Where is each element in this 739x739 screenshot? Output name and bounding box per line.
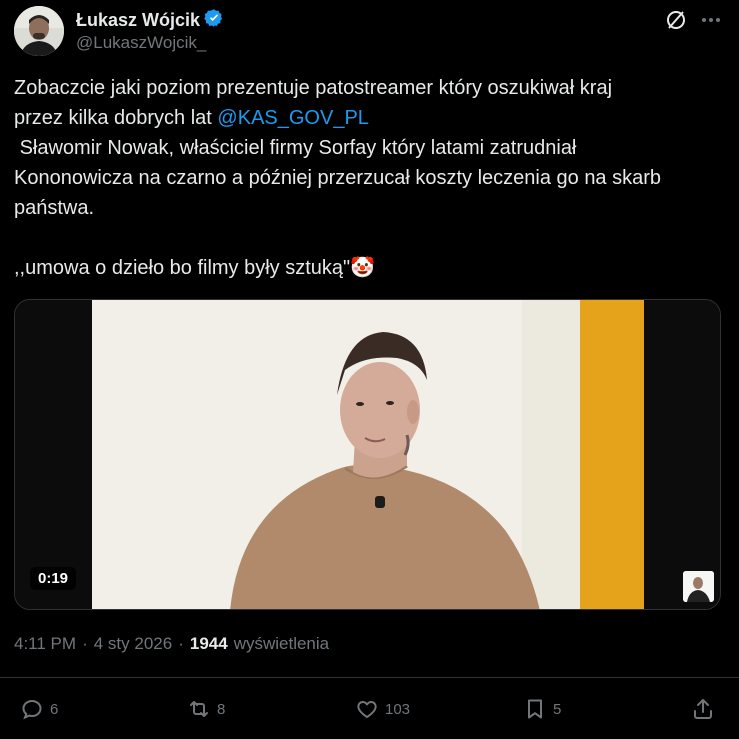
verified-badge-icon [204,8,224,33]
author-name[interactable]: Łukasz Wójcik [76,10,200,31]
clown-emoji-icon: 🤡 [350,257,376,279]
share-button[interactable] [691,697,715,721]
tweet-meta: 4:11 PM · 4 sty 2026 · 1944 wyświetlenia [14,634,329,654]
like-count: 103 [385,700,411,718]
more-icon[interactable] [699,8,723,32]
bookmark-count: 5 [553,700,562,718]
divider [0,677,739,678]
tweet-body: Sławomir Nowak, właściciel firmy Sorfay … [14,137,662,219]
reply-icon [22,699,42,720]
retweet-button[interactable]: 8 [187,697,225,721]
meta-separator: · [178,634,184,653]
views-label: wyświetlenia [233,634,330,653]
tweet-time[interactable]: 4:11 PM [14,634,76,654]
tweet-date[interactable]: 4 sty 2026 [94,634,172,654]
avatar-photo [14,6,64,56]
bookmark-button[interactable]: 5 [523,697,561,721]
retweet-count: 8 [217,700,226,718]
video-player[interactable] [14,299,721,610]
video-duration: 0:19 [30,567,77,590]
tweet-line-2-prefix: przez kilka dobrych lat [14,107,218,129]
share-icon [694,699,712,719]
video-frame [15,300,720,609]
video-thumbnail-overlay [683,571,714,602]
bookmark-icon [528,699,542,719]
mention-link[interactable]: @KAS_GOV_PL [217,107,368,129]
author-name-row[interactable]: Łukasz Wójcik [76,8,224,33]
reply-button[interactable]: 6 [20,697,58,721]
tweet-line-1: Zobaczcie jaki poziom prezentuje patostr… [14,77,613,99]
meta-separator: · [82,634,88,653]
avatar[interactable] [14,6,64,56]
views-count: 1944 [189,634,228,653]
retweet-icon [190,701,208,717]
like-button[interactable]: 103 [355,697,410,721]
author-handle[interactable]: @LukaszWojcik_ [76,33,206,53]
tweet-quote: ,,umowa o dzieło bo filmy były sztuką" [14,257,351,279]
tweet-text: Zobaczcie jaki poziom prezentuje patostr… [14,73,714,283]
grok-icon[interactable] [664,8,688,32]
reply-count: 6 [50,700,59,718]
heart-icon [357,701,377,718]
